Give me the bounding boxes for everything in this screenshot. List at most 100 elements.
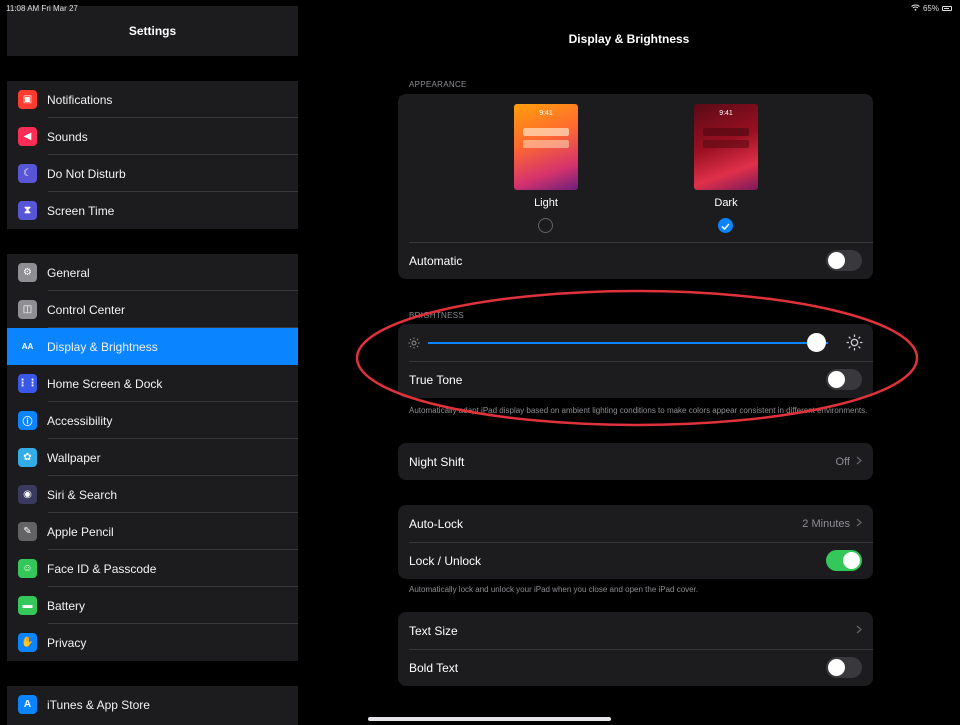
dark-radio[interactable] bbox=[718, 218, 733, 233]
light-preview-time: 9:41 bbox=[539, 110, 553, 117]
auto-lock-row[interactable]: Auto-Lock 2 Minutes bbox=[398, 505, 873, 542]
sidebar-spacer bbox=[7, 56, 298, 81]
status-bar: 11:08 AM Fri Mar 27 65% bbox=[0, 0, 960, 14]
light-mode-preview[interactable]: 9:41 bbox=[514, 104, 578, 190]
sidebar-item-label: iTunes & App Store bbox=[47, 697, 150, 712]
display-icon: AA bbox=[18, 337, 37, 356]
appearance-card: 9:41 9:41 Light Dark Automatic bbox=[398, 94, 873, 279]
sidebar-item-privacy[interactable]: ✋ Privacy bbox=[7, 624, 298, 661]
chevron-right-icon bbox=[856, 518, 862, 530]
brightness-track bbox=[428, 342, 828, 344]
auto-lock-value-group: 2 Minutes bbox=[802, 518, 862, 530]
home-grid-icon: ⋮⋮ bbox=[18, 374, 38, 393]
lock-unlock-row[interactable]: Lock / Unlock bbox=[398, 542, 873, 579]
checkmark-icon bbox=[721, 217, 730, 235]
light-option-label: Light bbox=[534, 197, 558, 209]
sidebar-item-label: Siri & Search bbox=[47, 487, 118, 502]
sidebar-item-label: Accessibility bbox=[47, 413, 113, 428]
night-shift-card: Night Shift Off bbox=[398, 443, 873, 480]
bold-text-label: Bold Text bbox=[409, 660, 459, 675]
accessibility-icon: ⓘ bbox=[18, 411, 37, 430]
dark-preview-time: 9:41 bbox=[719, 110, 733, 117]
light-preview-bar bbox=[523, 140, 569, 148]
sidebar-item-label: Face ID & Passcode bbox=[47, 561, 157, 576]
hourglass-icon: ⧗ bbox=[18, 201, 37, 220]
sidebar-item-itunes-app-store[interactable]: AiTunes & App Store bbox=[7, 686, 298, 723]
faceid-icon: ☺ bbox=[18, 559, 37, 578]
sidebar-item-battery[interactable]: ▬ Battery bbox=[7, 587, 298, 624]
sidebar-item-label: Screen Time bbox=[47, 203, 115, 218]
brightness-card: True Tone bbox=[398, 324, 873, 398]
true-tone-row[interactable]: True Tone bbox=[398, 361, 873, 398]
true-tone-label: True Tone bbox=[409, 372, 463, 387]
sidebar-group-general: ⚙ General ◫ Control Center AA Display & Brigh… bbox=[7, 254, 298, 661]
sidebar-item-apple-pencil[interactable]: ✎ Apple Pencil bbox=[7, 513, 298, 550]
notifications-icon: ▣ bbox=[18, 90, 37, 109]
appstore-icon: A bbox=[18, 695, 37, 714]
bold-text-row[interactable]: Bold Text bbox=[398, 649, 873, 686]
night-shift-row[interactable]: Night Shift Off bbox=[398, 443, 873, 480]
sidebar-item-label: Apple Pencil bbox=[47, 524, 114, 539]
sidebar-group-store: AiTunes & App Store bbox=[7, 686, 298, 723]
dark-preview-bar bbox=[703, 140, 749, 148]
brightness-knob[interactable] bbox=[806, 333, 826, 352]
appearance-section-label: APPEARANCE bbox=[409, 80, 467, 89]
sidebar-item-display-brightness[interactable]: AA Display & Brightness bbox=[7, 328, 298, 365]
sidebar-item-wallpaper[interactable]: ✿ Wallpaper bbox=[7, 439, 298, 476]
sidebar-item-control-center[interactable]: ◫ Control Center bbox=[7, 291, 298, 328]
home-indicator[interactable] bbox=[368, 717, 611, 721]
text-card: Text Size Bold Text bbox=[398, 612, 873, 686]
sidebar-item-label: General bbox=[47, 265, 90, 280]
night-shift-value-group: Off bbox=[836, 456, 862, 468]
automatic-label: Automatic bbox=[409, 253, 463, 268]
sidebar-item-general[interactable]: ⚙ General bbox=[7, 254, 298, 291]
sidebar-spacer bbox=[7, 229, 298, 254]
detail-panel: Display & Brightness APPEARANCE 9:41 9:4… bbox=[298, 6, 960, 725]
text-size-value-group bbox=[856, 625, 862, 637]
automatic-toggle[interactable] bbox=[826, 250, 862, 271]
sidebar-item-screen-time[interactable]: ⧗ Screen Time bbox=[7, 192, 298, 229]
light-preview-bar bbox=[523, 128, 569, 136]
hand-icon: ✋ bbox=[18, 633, 37, 652]
brightness-section-label: BRIGHTNESS bbox=[409, 311, 465, 320]
brightness-slider[interactable] bbox=[398, 324, 873, 361]
automatic-row[interactable]: Automatic bbox=[398, 242, 873, 279]
battery-percent: 65% bbox=[922, 4, 939, 13]
dark-mode-preview[interactable]: 9:41 bbox=[694, 104, 758, 190]
dark-option-label: Dark bbox=[714, 197, 738, 209]
light-radio[interactable] bbox=[538, 218, 553, 233]
text-size-row[interactable]: Text Size bbox=[398, 612, 873, 649]
gear-icon: ⚙ bbox=[18, 263, 37, 282]
sidebar-item-label: Display & Brightness bbox=[47, 339, 158, 354]
lock-unlock-toggle[interactable] bbox=[826, 550, 862, 571]
sidebar-item-home-screen-dock[interactable]: ⋮⋮ Home Screen & Dock bbox=[7, 365, 298, 402]
appearance-picker: 9:41 9:41 Light Dark bbox=[398, 94, 873, 242]
status-right: 65% bbox=[911, 4, 952, 13]
chevron-right-icon bbox=[856, 625, 862, 637]
bold-text-toggle[interactable] bbox=[826, 657, 862, 678]
row-separator bbox=[409, 542, 873, 543]
sidebar-item-accessibility[interactable]: ⓘ Accessibility bbox=[7, 402, 298, 439]
wifi-icon bbox=[911, 4, 920, 13]
sidebar-spacer bbox=[7, 661, 298, 686]
sidebar-item-label: Notifications bbox=[47, 92, 113, 107]
sun-large-icon bbox=[846, 334, 863, 356]
siri-icon: ◉ bbox=[18, 485, 37, 504]
sidebar-item-label: Battery bbox=[47, 598, 86, 613]
sidebar-item-label: Sounds bbox=[47, 129, 88, 144]
sidebar-item-label: Home Screen & Dock bbox=[47, 376, 163, 391]
true-tone-footnote: Automatically adapt iPad display based o… bbox=[409, 406, 868, 415]
auto-lock-value: 2 Minutes bbox=[802, 517, 850, 530]
battery-icon: ▬ bbox=[18, 596, 37, 615]
sounds-icon: ◀ bbox=[18, 127, 37, 146]
sidebar-item-sounds[interactable]: ◀ Sounds bbox=[7, 118, 298, 155]
battery-status-icon bbox=[942, 6, 952, 11]
sidebar-item-do-not-disturb[interactable]: ☾ Do Not Disturb bbox=[7, 155, 298, 192]
wallpaper-icon: ✿ bbox=[18, 448, 37, 467]
status-time: 11:08 AM Fri Mar 27 bbox=[6, 4, 78, 13]
control-center-icon: ◫ bbox=[18, 300, 37, 319]
sidebar-item-siri-search[interactable]: ◉ Siri & Search bbox=[7, 476, 298, 513]
sidebar-item-notifications[interactable]: ▣ Notifications bbox=[7, 81, 298, 118]
sidebar-item-face-id-passcode[interactable]: ☺ Face ID & Passcode bbox=[7, 550, 298, 587]
true-tone-toggle[interactable] bbox=[826, 369, 862, 390]
